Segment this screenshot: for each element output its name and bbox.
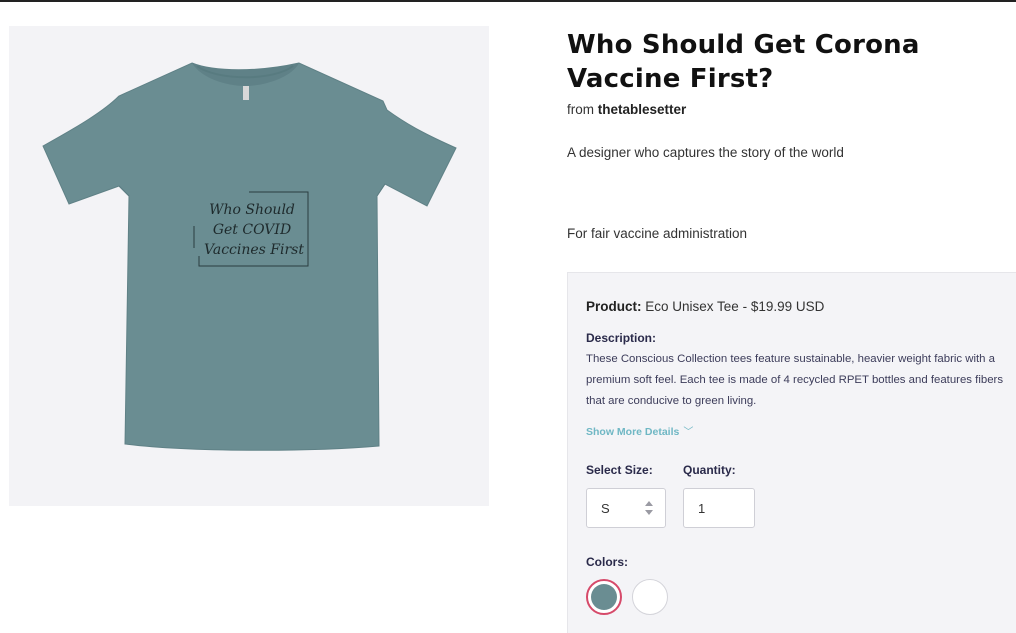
show-more-details-link[interactable]: Show More Details ﹀	[586, 423, 693, 438]
seller-line: from thetablesetter	[567, 102, 686, 117]
quantity-value: 1	[698, 501, 706, 516]
size-select[interactable]: S	[586, 488, 666, 528]
shirt-print-line2: Get COVID	[213, 222, 291, 238]
description-text: These Conscious Collection tees feature …	[586, 353, 1004, 407]
product-value: Eco Unisex Tee - $19.99 USD	[645, 299, 825, 314]
quantity-label: Quantity:	[683, 463, 736, 477]
color-swatch-slate-selected[interactable]	[586, 579, 622, 615]
product-label: Product:	[586, 299, 642, 314]
top-border	[0, 0, 1016, 2]
description-label: Description:	[586, 331, 657, 345]
shirt-print-line1: Who Should	[209, 202, 295, 218]
product-image[interactable]: Who Should Get COVID Vaccines First	[9, 26, 489, 506]
color-swatch-white[interactable]	[632, 579, 668, 615]
from-prefix: from	[567, 102, 594, 117]
product-info: Product: Eco Unisex Tee - $19.99 USD	[586, 299, 824, 314]
colors-label: Colors:	[586, 555, 628, 569]
product-subline: For fair vaccine administration	[567, 226, 748, 241]
tshirt-illustration: Who Should Get COVID Vaccines First	[42, 62, 457, 451]
size-label: Select Size:	[586, 463, 653, 477]
color-swatch-fill	[591, 584, 617, 610]
shirt-print-line3: Vaccines First	[204, 242, 304, 258]
select-updown-icon	[645, 501, 653, 515]
chevron-down-icon: ﹀	[683, 427, 694, 438]
show-more-label: Show More Details	[586, 426, 680, 438]
seller-link[interactable]: thetablesetter	[598, 102, 687, 117]
product-details-panel: Product: Eco Unisex Tee - $19.99 USD Des…	[567, 272, 1016, 633]
product-title: Who Should Get Corona Vaccine First?	[567, 30, 920, 94]
size-value: S	[601, 501, 610, 516]
product-tagline: A designer who captures the story of the…	[567, 145, 844, 160]
quantity-input[interactable]: 1	[683, 488, 755, 528]
